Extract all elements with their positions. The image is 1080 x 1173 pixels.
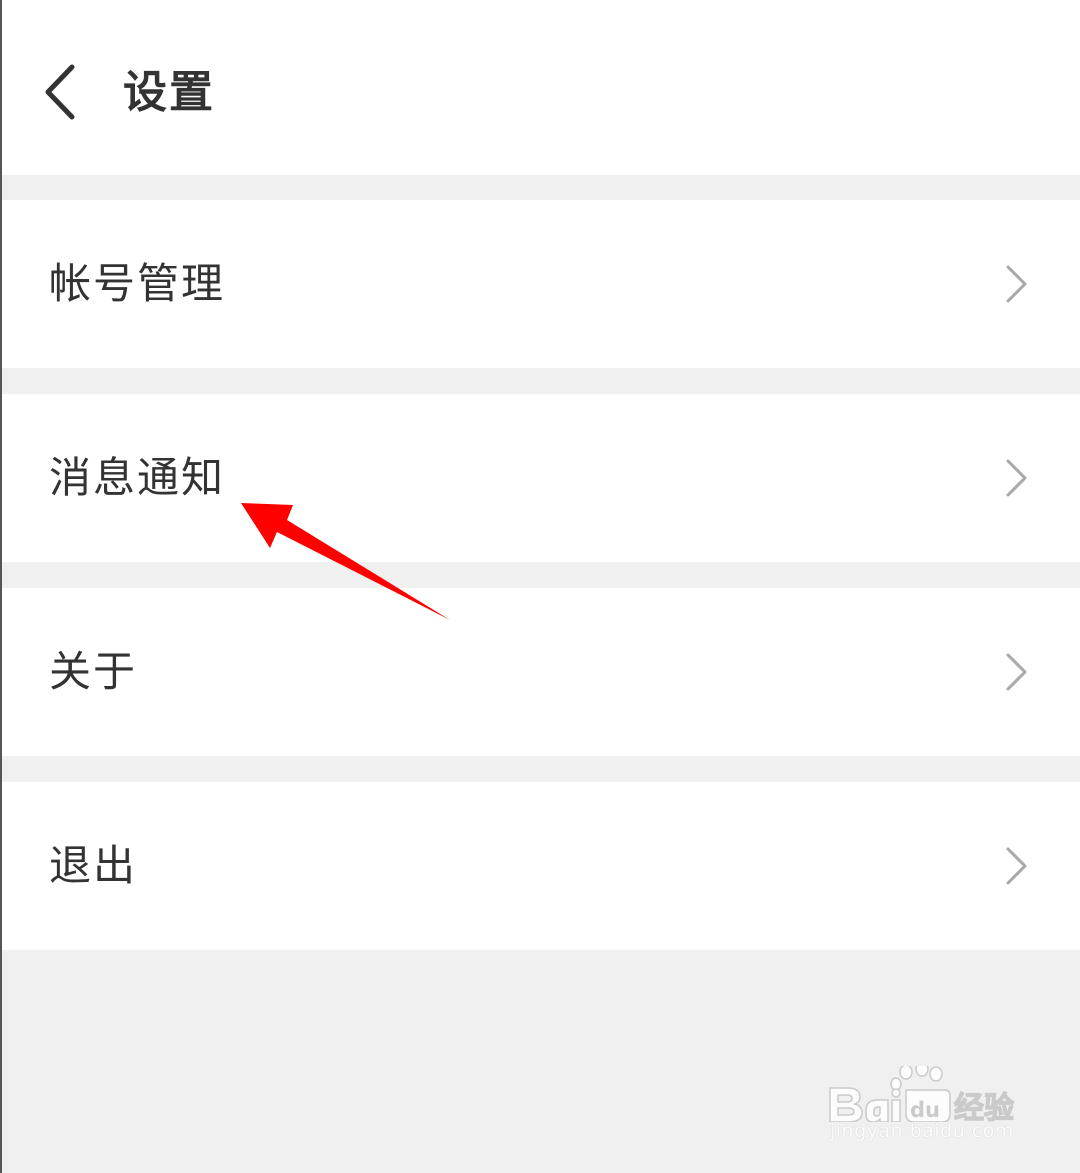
settings-item-label: 退出 — [49, 841, 138, 890]
baidu-jingyan-watermark: du 经验 jingyan.baidu.com — [826, 1056, 1026, 1152]
settings-item-label: 帐号管理 — [49, 259, 226, 308]
svg-text:du: du — [910, 1098, 940, 1122]
back-button[interactable] — [32, 55, 102, 130]
svg-text:经验: 经验 — [954, 1091, 1014, 1122]
chevron-right-icon — [1000, 264, 1032, 304]
settings-item-logout[interactable]: 退出 — [2, 782, 1080, 950]
baidu-logo-icon: du 经验 — [829, 1066, 1015, 1122]
annotation-arrow — [241, 503, 450, 620]
settings-item-notifications[interactable]: 消息通知 — [2, 394, 1080, 562]
settings-item-label: 关于 — [49, 647, 138, 696]
chevron-right-icon — [1000, 846, 1032, 886]
settings-item-account[interactable]: 帐号管理 — [2, 200, 1080, 368]
page-title: 设置 — [123, 67, 215, 118]
chevron-right-icon — [1000, 458, 1032, 498]
chevron-left-icon — [45, 64, 75, 120]
watermark-url: jingyan.baidu.com — [830, 1120, 1014, 1142]
window-left-edge — [0, 0, 2, 1173]
title-bar: 设置 — [2, 0, 1080, 175]
chevron-right-icon — [1000, 652, 1032, 692]
settings-item-label: 消息通知 — [49, 453, 226, 502]
settings-item-about[interactable]: 关于 — [2, 588, 1080, 756]
